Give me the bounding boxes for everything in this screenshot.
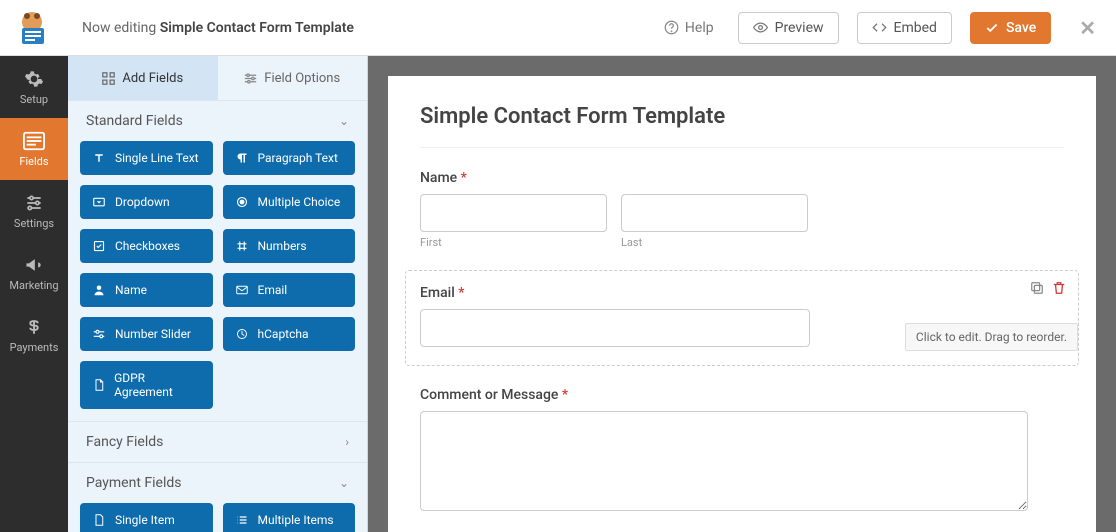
name-label: Name * <box>420 170 1064 186</box>
nav-label: Payments <box>10 341 59 354</box>
field-number-slider[interactable]: Number Slider <box>80 317 213 351</box>
radio-icon <box>235 196 249 208</box>
field-name-block[interactable]: Name * First Last <box>420 170 1064 249</box>
envelope-icon <box>235 284 249 296</box>
tab-field-options[interactable]: Field Options <box>218 56 368 100</box>
file-icon <box>92 514 106 526</box>
section-fancy-fields[interactable]: Fancy Fields › <box>68 421 367 462</box>
list-icon <box>235 514 249 526</box>
field-single-line-text[interactable]: Single Line Text <box>80 141 213 175</box>
nav-label: Marketing <box>9 279 58 292</box>
document-icon <box>92 379 105 391</box>
nav-settings[interactable]: Settings <box>0 180 68 242</box>
user-icon <box>92 284 106 296</box>
dollar-icon <box>25 317 43 337</box>
slider-icon <box>92 328 106 340</box>
nav-label: Setup <box>20 93 48 106</box>
preview-area: Simple Contact Form Template Name * Firs… <box>368 56 1116 532</box>
last-name-input[interactable] <box>621 194 808 232</box>
field-paragraph-text[interactable]: Paragraph Text <box>223 141 356 175</box>
payment-fields-grid: Single Item Multiple Items <box>68 503 367 532</box>
field-single-item[interactable]: Single Item <box>80 503 213 532</box>
field-multiple-choice[interactable]: Multiple Choice <box>223 185 356 219</box>
wpforms-logo <box>12 8 52 48</box>
close-icon: ✕ <box>1079 16 1096 40</box>
field-comment-block[interactable]: Comment or Message * <box>420 387 1064 515</box>
code-icon <box>872 20 887 35</box>
form-title: Simple Contact Form Template <box>420 104 1064 129</box>
field-hcaptcha[interactable]: hCaptcha <box>223 317 356 351</box>
preview-button[interactable]: Preview <box>738 12 839 44</box>
checkbox-icon <box>92 240 106 252</box>
embed-button[interactable]: Embed <box>857 12 952 44</box>
email-input[interactable] <box>420 309 810 347</box>
nav-payments[interactable]: Payments <box>0 304 68 366</box>
hash-icon <box>235 240 249 252</box>
email-label: Email * <box>420 285 1064 301</box>
left-nav: Setup Fields Settings Marketing Payments <box>0 56 68 532</box>
fields-sidebar: Add Fields Field Options Standard Fields… <box>68 56 368 532</box>
sidebar-tabs: Add Fields Field Options <box>68 56 367 100</box>
chevron-down-icon: ⌄ <box>339 114 349 128</box>
nav-setup[interactable]: Setup <box>0 56 68 118</box>
grid-icon <box>102 72 115 85</box>
sliders-icon <box>244 72 257 85</box>
close-button[interactable]: ✕ <box>1079 16 1096 40</box>
copy-icon <box>1030 281 1044 295</box>
eye-icon <box>753 20 768 35</box>
check-icon <box>985 21 999 35</box>
shield-icon <box>235 328 249 340</box>
duplicate-button[interactable] <box>1030 281 1044 295</box>
field-checkboxes[interactable]: Checkboxes <box>80 229 213 263</box>
help-icon <box>664 20 679 35</box>
save-button[interactable]: Save <box>970 12 1051 44</box>
chevron-right-icon: › <box>345 435 349 449</box>
header-bar: Now editing Simple Contact Form Template… <box>0 0 1116 56</box>
form-icon <box>23 131 45 151</box>
field-email[interactable]: Email <box>223 273 356 307</box>
field-gdpr-agreement[interactable]: GDPR Agreement <box>80 361 213 409</box>
trash-icon <box>1052 281 1066 295</box>
nav-label: Settings <box>14 217 54 230</box>
field-dropdown[interactable]: Dropdown <box>80 185 213 219</box>
last-sublabel: Last <box>621 236 808 249</box>
comment-label: Comment or Message * <box>420 387 1064 403</box>
help-link[interactable]: Help <box>658 20 720 36</box>
comment-textarea[interactable] <box>420 411 1028 511</box>
caret-down-icon <box>92 196 106 208</box>
field-name[interactable]: Name <box>80 273 213 307</box>
field-multiple-items[interactable]: Multiple Items <box>223 503 356 532</box>
nav-label: Fields <box>19 155 48 168</box>
field-email-block[interactable]: Email * Click to edit. Drag to reorder. <box>406 271 1078 365</box>
gear-icon <box>24 69 44 89</box>
chevron-down-icon: ⌄ <box>339 476 349 490</box>
field-numbers[interactable]: Numbers <box>223 229 356 263</box>
paragraph-icon <box>235 152 249 164</box>
delete-button[interactable] <box>1052 281 1066 295</box>
section-payment-fields[interactable]: Payment Fields ⌄ <box>68 462 367 503</box>
nav-marketing[interactable]: Marketing <box>0 242 68 304</box>
nav-fields[interactable]: Fields <box>0 118 68 180</box>
tab-add-fields[interactable]: Add Fields <box>68 56 218 100</box>
text-icon <box>92 152 106 164</box>
first-sublabel: First <box>420 236 607 249</box>
megaphone-icon <box>24 255 44 275</box>
first-name-input[interactable] <box>420 194 607 232</box>
field-tooltip: Click to edit. Drag to reorder. <box>905 323 1078 351</box>
standard-fields-grid: Single Line Text Paragraph Text Dropdown… <box>68 141 367 421</box>
form-canvas: Simple Contact Form Template Name * Firs… <box>388 76 1096 532</box>
editing-label: Now editing Simple Contact Form Template <box>82 20 354 36</box>
sliders-icon <box>24 193 44 213</box>
section-standard-fields[interactable]: Standard Fields ⌄ <box>68 100 367 141</box>
